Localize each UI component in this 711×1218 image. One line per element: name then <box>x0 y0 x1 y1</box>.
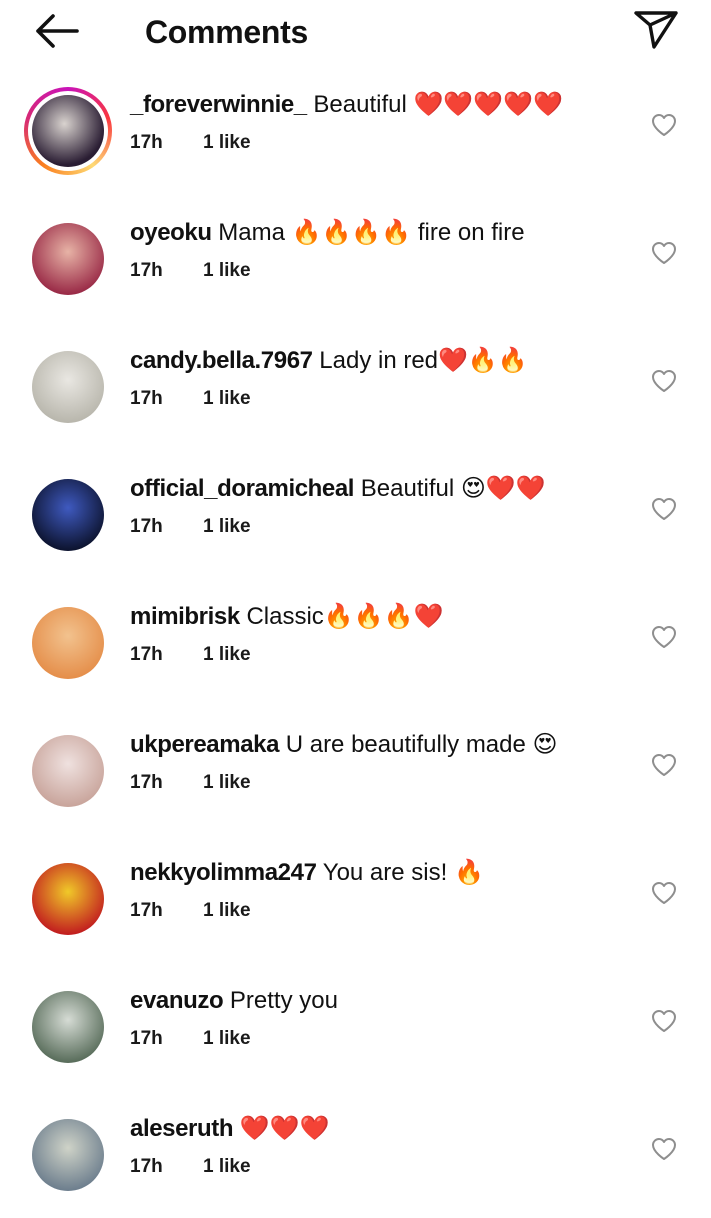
comment-row: ukpereamaka U are beautifully made 😍 17h 1… <box>0 706 711 834</box>
comment-username[interactable]: ukpereamaka <box>130 731 279 758</box>
heart-outline-icon <box>651 625 677 654</box>
arrow-left-icon <box>31 11 81 56</box>
share-button[interactable] <box>628 6 684 56</box>
heart-outline-icon <box>651 497 677 526</box>
avatar[interactable] <box>32 607 104 679</box>
comment-username[interactable]: _foreverwinnie_ <box>130 91 307 118</box>
heart-outline-icon <box>651 113 677 142</box>
comment-timestamp: 17h <box>130 900 163 921</box>
avatar[interactable] <box>32 351 104 423</box>
like-button[interactable] <box>650 113 678 141</box>
like-button[interactable] <box>650 241 678 269</box>
comment-body: Lady in red❤️🔥🔥 <box>319 347 528 374</box>
comment-like-count[interactable]: 1 like <box>203 899 251 923</box>
avatar[interactable] <box>32 991 104 1063</box>
comment-meta: 17h 1 like <box>130 259 251 283</box>
like-button[interactable] <box>650 625 678 653</box>
comment-like-count[interactable]: 1 like <box>203 259 251 283</box>
comment-timestamp: 17h <box>130 132 163 153</box>
heart-outline-icon <box>651 241 677 270</box>
comment-row: mimibrisk Classic🔥🔥🔥❤️ 17h 1 like <box>0 578 711 706</box>
comment-body: Classic🔥🔥🔥❤️ <box>246 603 444 630</box>
comment-body: Beautiful ❤️❤️❤️❤️❤️ <box>313 91 563 118</box>
like-button[interactable] <box>650 753 678 781</box>
avatar[interactable] <box>32 1119 104 1191</box>
avatar-story-ring[interactable] <box>24 87 112 175</box>
comment-meta: 17h 1 like <box>130 643 251 667</box>
comment-timestamp: 17h <box>130 644 163 665</box>
comment-username[interactable]: aleseruth <box>130 1115 234 1142</box>
comment-like-count[interactable]: 1 like <box>203 515 251 539</box>
like-button[interactable] <box>650 369 678 397</box>
comment-username[interactable]: oyeoku <box>130 219 212 246</box>
avatar <box>32 95 104 167</box>
paper-plane-icon <box>632 7 680 56</box>
comment-text: candy.bella.7967 Lady in red❤️🔥🔥 <box>130 346 528 376</box>
comment-timestamp: 17h <box>130 1156 163 1177</box>
comment-body: U are beautifully made 😍 <box>285 731 558 758</box>
heart-outline-icon <box>651 1009 677 1038</box>
like-button[interactable] <box>650 497 678 525</box>
comment-body: Beautiful 😍❤️❤️ <box>360 475 546 502</box>
comment-body: Mama 🔥🔥🔥🔥 fire on fire <box>218 219 525 246</box>
comment-row: official_doramicheal Beautiful 😍❤️❤️ 17h 1… <box>0 450 711 578</box>
comment-meta: 17h 1 like <box>130 131 251 155</box>
comment-timestamp: 17h <box>130 516 163 537</box>
comment-username[interactable]: mimibrisk <box>130 603 240 630</box>
page-title: Comments <box>145 14 308 50</box>
heart-outline-icon <box>651 753 677 782</box>
header: Comments <box>0 0 711 66</box>
comment-row: oyeoku Mama 🔥🔥🔥🔥 fire on fire 17h 1 like <box>0 194 711 322</box>
comment-username[interactable]: evanuzo <box>130 987 224 1014</box>
like-button[interactable] <box>650 1137 678 1165</box>
comment-username[interactable]: candy.bella.7967 <box>130 347 313 374</box>
comment-row: nekkyolimma247 You are sis! 🔥 17h 1 like <box>0 834 711 962</box>
comment-username[interactable]: nekkyolimma247 <box>130 859 317 886</box>
comment-meta: 17h 1 like <box>130 771 251 795</box>
avatar[interactable] <box>32 223 104 295</box>
comment-meta: 17h 1 like <box>130 387 251 411</box>
comment-row: candy.bella.7967 Lady in red❤️🔥🔥 17h 1 lik… <box>0 322 711 450</box>
comment-text: oyeoku Mama 🔥🔥🔥🔥 fire on fire <box>130 218 525 248</box>
avatar[interactable] <box>32 735 104 807</box>
comment-text: aleseruth ❤️❤️❤️ <box>130 1114 329 1144</box>
avatar[interactable] <box>32 863 104 935</box>
comment-row: aleseruth ❤️❤️❤️ 17h 1 like <box>0 1090 711 1218</box>
comment-timestamp: 17h <box>130 388 163 409</box>
comment-text: mimibrisk Classic🔥🔥🔥❤️ <box>130 602 443 632</box>
heart-outline-icon <box>651 1137 677 1166</box>
comment-meta: 17h 1 like <box>130 1155 251 1179</box>
comment-text: nekkyolimma247 You are sis! 🔥 <box>130 858 484 888</box>
comment-row: evanuzo Pretty you 17h 1 like <box>0 962 711 1090</box>
like-button[interactable] <box>650 1009 678 1037</box>
comment-text: evanuzo Pretty you <box>130 986 338 1016</box>
comment-timestamp: 17h <box>130 772 163 793</box>
comment-body: You are sis! 🔥 <box>322 859 484 886</box>
comment-like-count[interactable]: 1 like <box>203 387 251 411</box>
comment-like-count[interactable]: 1 like <box>203 1155 251 1179</box>
comment-meta: 17h 1 like <box>130 515 251 539</box>
comment-like-count[interactable]: 1 like <box>203 1027 251 1051</box>
avatar[interactable] <box>32 479 104 551</box>
comment-like-count[interactable]: 1 like <box>203 131 251 155</box>
comment-like-count[interactable]: 1 like <box>203 643 251 667</box>
heart-outline-icon <box>651 369 677 398</box>
comment-text: ukpereamaka U are beautifully made 😍 <box>130 730 558 760</box>
comment-timestamp: 17h <box>130 1028 163 1049</box>
comment-meta: 17h 1 like <box>130 899 251 923</box>
comment-like-count[interactable]: 1 like <box>203 771 251 795</box>
comment-meta: 17h 1 like <box>130 1027 251 1051</box>
heart-outline-icon <box>651 881 677 910</box>
comment-body: ❤️❤️❤️ <box>239 1115 330 1142</box>
comment-username[interactable]: official_doramicheal <box>130 475 354 502</box>
comments-list: _foreverwinnie_ Beautiful ❤️❤️❤️❤️❤️ 17h 1… <box>0 66 711 1218</box>
comment-row: _foreverwinnie_ Beautiful ❤️❤️❤️❤️❤️ 17h 1… <box>0 66 711 194</box>
comment-text: official_doramicheal Beautiful 😍❤️❤️ <box>130 474 546 504</box>
back-button[interactable] <box>28 10 84 56</box>
comment-text: _foreverwinnie_ Beautiful ❤️❤️❤️❤️❤️ <box>130 90 563 120</box>
comment-body: Pretty you <box>229 987 338 1014</box>
like-button[interactable] <box>650 881 678 909</box>
comment-timestamp: 17h <box>130 260 163 281</box>
